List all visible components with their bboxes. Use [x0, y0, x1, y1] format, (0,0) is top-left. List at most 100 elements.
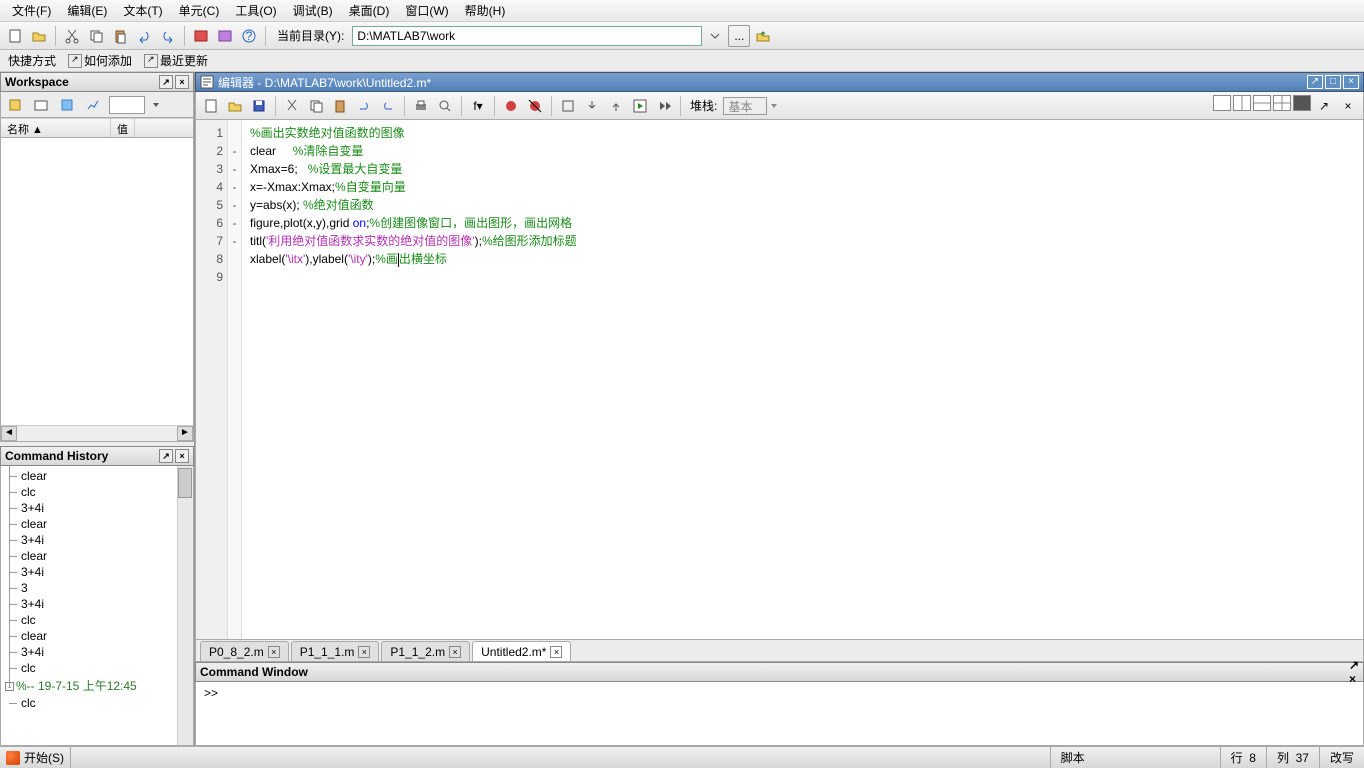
open-file-icon[interactable]: [28, 25, 50, 47]
redo-icon[interactable]: [157, 25, 179, 47]
undock-icon[interactable]: ↗: [159, 449, 173, 463]
ws-plot-icon[interactable]: [83, 95, 103, 115]
cut-icon[interactable]: [61, 25, 83, 47]
close-icon[interactable]: ×: [175, 75, 189, 89]
undo-icon[interactable]: [133, 25, 155, 47]
function-icon[interactable]: f▾: [467, 95, 489, 117]
curdir-dropdown-icon[interactable]: [704, 25, 726, 47]
history-item[interactable]: 3+4i: [1, 644, 193, 660]
breakpoint-gutter[interactable]: ------: [228, 120, 242, 639]
new-file-icon[interactable]: [200, 95, 222, 117]
tab-close-icon[interactable]: ×: [550, 646, 562, 658]
close-icon[interactable]: ×: [1343, 75, 1359, 89]
ws-new-icon[interactable]: [5, 95, 25, 115]
step-icon[interactable]: [557, 95, 579, 117]
layout-1-icon[interactable]: [1213, 95, 1231, 111]
history-item[interactable]: clc: [1, 484, 193, 500]
tab-close-icon[interactable]: ×: [358, 646, 370, 658]
ws-import-icon[interactable]: [57, 95, 77, 115]
shortcut-item[interactable]: 快捷方式: [4, 52, 60, 69]
history-item[interactable]: clc: [1, 612, 193, 628]
menu-text[interactable]: 文本(T): [115, 0, 170, 21]
tab-close-icon[interactable]: ×: [268, 646, 280, 658]
cut-icon[interactable]: [281, 95, 303, 117]
layout-4-icon[interactable]: [1273, 95, 1291, 111]
ws-plot-select[interactable]: [109, 96, 145, 114]
menu-edit[interactable]: 编辑(E): [59, 0, 115, 21]
editor-tab[interactable]: Untitled2.m*×: [472, 641, 571, 661]
menu-help[interactable]: 帮助(H): [457, 0, 514, 21]
editor-tab[interactable]: P1_1_1.m×: [291, 641, 380, 661]
history-item[interactable]: clear: [1, 548, 193, 564]
close-editor-icon[interactable]: ×: [1337, 95, 1359, 117]
ws-col-value[interactable]: 值: [111, 119, 135, 137]
close-icon[interactable]: ×: [175, 449, 189, 463]
paste-icon[interactable]: [329, 95, 351, 117]
history-item[interactable]: clear: [1, 516, 193, 532]
code-area[interactable]: %画出实数绝对值函数的图像clear %清除自变量Xmax=6; %设置最大自变…: [242, 120, 1363, 639]
new-file-icon[interactable]: [4, 25, 26, 47]
undock-icon[interactable]: ↗: [1349, 658, 1359, 672]
menu-cell[interactable]: 单元(C): [171, 0, 228, 21]
history-item[interactable]: 3+4i: [1, 532, 193, 548]
history-item[interactable]: 3+4i: [1, 596, 193, 612]
ws-open-icon[interactable]: [31, 95, 51, 115]
print-icon[interactable]: [410, 95, 432, 117]
menu-window[interactable]: 窗口(W): [397, 0, 456, 21]
command-window[interactable]: >>: [195, 682, 1364, 746]
tab-close-icon[interactable]: ×: [449, 646, 461, 658]
history-item[interactable]: clear: [1, 628, 193, 644]
shortcut-howto[interactable]: 如何添加: [64, 52, 136, 69]
menu-file[interactable]: 文件(F): [4, 0, 59, 21]
guide-icon[interactable]: [214, 25, 236, 47]
undo-icon[interactable]: [353, 95, 375, 117]
undock-editor-icon[interactable]: ↗: [1313, 95, 1335, 117]
paste-icon[interactable]: [109, 25, 131, 47]
shortcut-recent[interactable]: 最近更新: [140, 52, 212, 69]
copy-icon[interactable]: [305, 95, 327, 117]
menu-tools[interactable]: 工具(O): [227, 0, 284, 21]
help-icon[interactable]: ?: [238, 25, 260, 47]
stack-select[interactable]: 基本: [723, 97, 767, 115]
find-icon[interactable]: [434, 95, 456, 117]
breakpoint-clear-icon[interactable]: [524, 95, 546, 117]
dropdown-icon[interactable]: [769, 101, 779, 111]
history-item[interactable]: clear: [1, 468, 193, 484]
editor-tab[interactable]: P0_8_2.m×: [200, 641, 289, 661]
maximize-icon[interactable]: □: [1325, 75, 1341, 89]
history-item[interactable]: clc: [1, 660, 193, 676]
history-item[interactable]: 3+4i: [1, 564, 193, 580]
run-icon[interactable]: [629, 95, 651, 117]
layout-float-icon[interactable]: [1293, 95, 1311, 111]
matlab-icon: [6, 751, 20, 765]
editor-tab[interactable]: P1_1_2.m×: [381, 641, 470, 661]
undock-icon[interactable]: ↗: [1307, 75, 1323, 89]
undock-icon[interactable]: ↗: [159, 75, 173, 89]
curdir-input[interactable]: [352, 26, 702, 46]
editor-body[interactable]: 123456789 ------ %画出实数绝对值函数的图像clear %清除自…: [195, 120, 1364, 640]
ws-col-name[interactable]: 名称 ▲: [1, 119, 111, 137]
browse-folder-icon[interactable]: ...: [728, 25, 750, 47]
save-icon[interactable]: [248, 95, 270, 117]
scroll-left-icon[interactable]: ◄: [1, 426, 17, 441]
up-folder-icon[interactable]: [752, 25, 774, 47]
menu-desktop[interactable]: 桌面(D): [341, 0, 398, 21]
layout-3-icon[interactable]: [1253, 95, 1271, 111]
layout-2-icon[interactable]: [1233, 95, 1251, 111]
dropdown-icon[interactable]: [151, 100, 161, 110]
simulink-icon[interactable]: [190, 25, 212, 47]
history-item[interactable]: 3+4i: [1, 500, 193, 516]
copy-icon[interactable]: [85, 25, 107, 47]
step-in-icon[interactable]: [581, 95, 603, 117]
redo-icon[interactable]: [377, 95, 399, 117]
start-button[interactable]: 开始(S): [0, 747, 71, 768]
history-item[interactable]: clc: [1, 695, 193, 711]
menu-debug[interactable]: 调试(B): [285, 0, 341, 21]
open-file-icon[interactable]: [224, 95, 246, 117]
run-advance-icon[interactable]: [653, 95, 675, 117]
history-item[interactable]: 3: [1, 580, 193, 596]
scroll-right-icon[interactable]: ►: [177, 426, 193, 441]
ws-scrollbar[interactable]: ◄ ►: [1, 425, 193, 441]
step-out-icon[interactable]: [605, 95, 627, 117]
breakpoint-set-icon[interactable]: [500, 95, 522, 117]
